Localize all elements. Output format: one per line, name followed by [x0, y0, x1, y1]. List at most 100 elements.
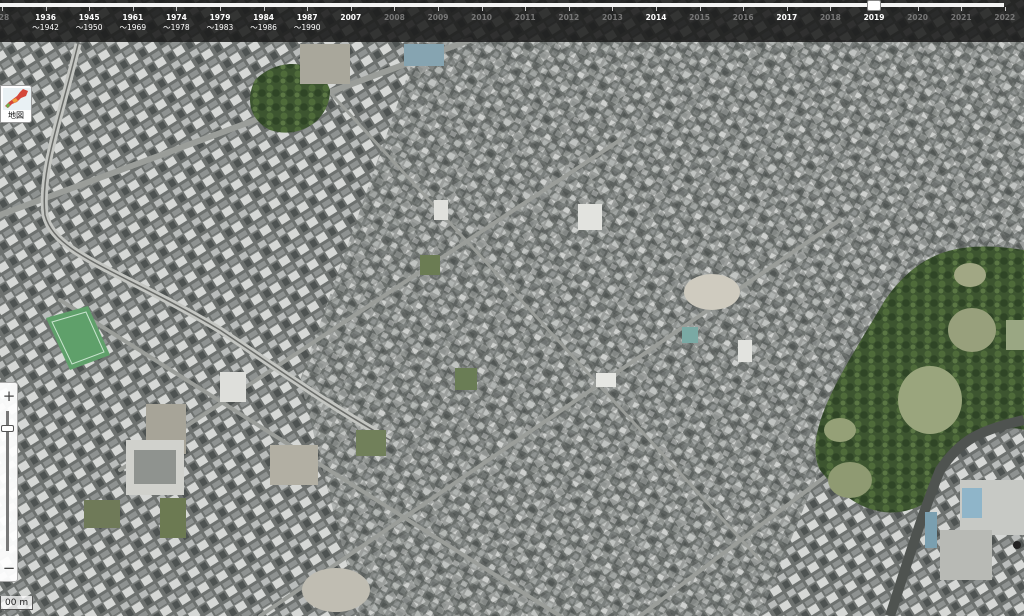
timeline-year-label: 2018 — [819, 13, 841, 22]
timeline-year-2019[interactable]: 2019 — [864, 13, 885, 23]
timeline-tick — [700, 7, 701, 11]
timeline-tick — [438, 7, 439, 11]
timeline-year-label: 2019 — [863, 13, 885, 22]
timeline-year-1974[interactable]: 1974 〜1978 — [163, 13, 190, 33]
timeline-year-2014[interactable]: 2014 — [646, 13, 667, 23]
timeline-tick — [307, 7, 308, 11]
timeline-year-label: 2007 — [340, 13, 362, 22]
timeline-tick — [220, 7, 221, 11]
timeline-year-label: 28 — [0, 13, 10, 22]
zoom-in-button[interactable]: + — [0, 384, 18, 408]
timeline-year-2020[interactable]: 2020 — [907, 13, 928, 23]
timeline-year-2011[interactable]: 2011 — [515, 13, 536, 23]
timeline-year-range-end: 〜1986 — [250, 23, 277, 32]
timeline-tick — [569, 7, 570, 11]
timeline-year-label: 2009 — [427, 13, 449, 22]
timeline-year-label: 2016 — [732, 13, 754, 22]
timeline-year-1945[interactable]: 1945 〜1950 — [76, 13, 103, 33]
timeline-tick — [830, 7, 831, 11]
map-type-label: 地図 — [8, 111, 24, 120]
timeline-year-range-end: 〜1990 — [293, 23, 321, 32]
timeline-year-2010[interactable]: 2010 — [471, 13, 492, 23]
timeline-year-2016[interactable]: 2016 — [733, 13, 754, 23]
timeline-year-range-end: 〜1950 — [75, 23, 103, 32]
zoom-control: + − — [0, 382, 18, 582]
timeline-year-label: 2011 — [514, 13, 536, 22]
timeline-tick — [743, 7, 744, 11]
timeline-year-range-end: 〜1978 — [163, 23, 190, 32]
timeline-handle[interactable] — [867, 0, 881, 11]
park-lawn — [898, 366, 962, 434]
timeline-tick — [656, 7, 657, 11]
timeline-year-label: 1945 — [78, 13, 100, 22]
schoolyard-2 — [684, 274, 740, 310]
timeline-tick — [787, 7, 788, 11]
timeline-tick — [46, 7, 47, 11]
timeline-year-2012[interactable]: 2012 — [558, 13, 579, 23]
timeline-year-2015[interactable]: 2015 — [689, 13, 710, 23]
timeline-year-range-end: 〜1969 — [119, 23, 147, 32]
timeline-year-2018[interactable]: 2018 — [820, 13, 841, 23]
timeline-tick — [176, 7, 177, 11]
timeline-track[interactable] — [0, 3, 1004, 7]
timeline-year-1987[interactable]: 1987 〜1990 — [294, 13, 321, 33]
zoom-slider-track[interactable] — [6, 411, 9, 551]
timeline-tick — [394, 7, 395, 11]
timeline-tick — [525, 7, 526, 11]
timeline-tick — [133, 7, 134, 11]
timeline-year-2007[interactable]: 2007 — [340, 13, 361, 23]
park-lawn-5 — [824, 418, 856, 442]
timeline-year-label: 2022 — [994, 13, 1016, 22]
year-timeline: 28 1936 〜1942 1945 〜1950 1961 〜1969 1974 〜1978 19… — [0, 0, 1024, 42]
schoolyard-3 — [302, 568, 370, 612]
timeline-year-label: 2014 — [645, 13, 667, 22]
timeline-year-2013[interactable]: 2013 — [602, 13, 623, 23]
timeline-year-28[interactable]: 28 — [0, 13, 9, 23]
park-lawn-4 — [828, 462, 872, 498]
timeline-year-2017[interactable]: 2017 — [776, 13, 797, 23]
timeline-year-label: 2010 — [471, 13, 493, 22]
timeline-tick — [89, 7, 90, 11]
schoolyard-4 — [270, 445, 318, 485]
timeline-year-2009[interactable]: 2009 — [428, 13, 449, 23]
timeline-year-2022[interactable]: 2022 — [994, 13, 1015, 23]
timeline-year-label: 1979 — [209, 13, 231, 22]
timeline-year-label: 2013 — [601, 13, 623, 22]
timeline-year-1961[interactable]: 1961 〜1969 — [120, 13, 147, 33]
timeline-year-range-end: 〜1983 — [206, 23, 234, 32]
timeline-year-1979[interactable]: 1979 〜1983 — [207, 13, 234, 33]
timeline-year-label: 2012 — [558, 13, 580, 22]
timeline-tick — [1005, 7, 1006, 11]
timeline-year-label: 2015 — [689, 13, 711, 22]
zoom-slider-knob[interactable] — [1, 425, 14, 432]
timeline-year-label: 2020 — [907, 13, 929, 22]
timeline-year-label: 1974 — [165, 13, 187, 22]
timeline-year-2021[interactable]: 2021 — [951, 13, 972, 23]
timeline-year-1984[interactable]: 1984 〜1986 — [250, 13, 277, 33]
timeline-year-label: 2008 — [383, 13, 405, 22]
timeline-year-2008[interactable]: 2008 — [384, 13, 405, 23]
scale-bar: 00 m — [0, 596, 34, 610]
timeline-tick — [612, 7, 613, 11]
timeline-tick — [918, 7, 919, 11]
open-lot — [300, 44, 350, 84]
timeline-year-label: 1936 — [35, 13, 57, 22]
timeline-year-label: 2021 — [950, 13, 972, 22]
aerial-photo-map[interactable] — [0, 0, 1024, 616]
map-type-button[interactable]: 地図 — [0, 85, 32, 123]
timeline-year-label: 1987 — [296, 13, 318, 22]
zoom-out-button[interactable]: − — [0, 556, 18, 580]
japan-map-icon — [3, 88, 31, 110]
park-lawn-2 — [948, 308, 996, 352]
park-lawn-3 — [954, 263, 986, 287]
timeline-year-label: 1984 — [253, 13, 275, 22]
park-field — [1006, 320, 1024, 350]
timeline-year-range-end: 〜1942 — [32, 23, 59, 32]
timeline-tick — [961, 7, 962, 11]
timeline-year-label: 2017 — [776, 13, 798, 22]
timeline-year-1936[interactable]: 1936 〜1942 — [32, 13, 59, 33]
timeline-tick — [2, 7, 3, 11]
timeline-tick — [482, 7, 483, 11]
timeline-tick — [351, 7, 352, 11]
timeline-tick — [264, 7, 265, 11]
